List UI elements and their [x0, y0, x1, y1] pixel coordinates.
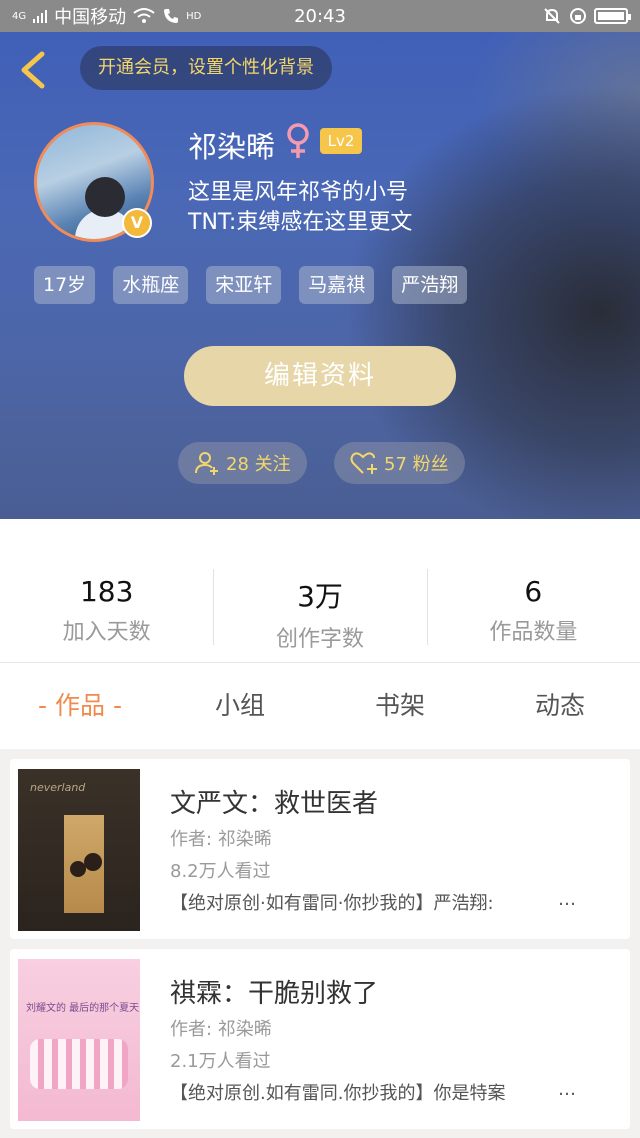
status-right — [542, 6, 631, 26]
cover-title: 刘耀文的 最后的那个夏天 — [26, 1003, 140, 1014]
work-author: 作者: 祁染晞 — [170, 829, 272, 850]
tab-activity[interactable]: 动态 — [480, 663, 640, 749]
battery-icon — [594, 8, 631, 24]
rotation-lock-icon — [570, 8, 586, 24]
verified-badge: V — [122, 208, 152, 238]
ellipsis: … — [558, 1079, 576, 1100]
works-list: neverland 文严文：救世医者 作者: 祁染晞 8.2万人看过 【绝对原创… — [0, 749, 640, 1138]
level-badge: Lv2 — [320, 128, 362, 154]
stat-value: 3万 — [297, 580, 343, 613]
bio-line-2: TNT:束缚感在这里更文 — [188, 210, 413, 235]
status-bar: 4G 中国移动 HD 20:43 — [0, 0, 640, 32]
tag-age: 17岁 — [34, 266, 96, 304]
carrier-label: 中国移动 — [54, 7, 127, 28]
tag-idol-1: 宋亚轩 — [206, 266, 282, 304]
wifi-icon — [133, 8, 155, 23]
status-left: 4G 中国移动 HD — [12, 3, 201, 29]
tab-groups[interactable]: 小组 — [160, 663, 320, 749]
followers-count: 57 粉丝 — [384, 454, 449, 475]
stat-value: 6 — [524, 575, 543, 608]
tab-bookshelf[interactable]: 书架 — [320, 663, 480, 749]
bio: 这里是风年祁爷的小号 TNT:束缚感在这里更文 — [188, 178, 412, 238]
cover-illustration — [30, 1039, 128, 1089]
profile-header: 开通会员，设置个性化背景 V 祁染晞 Lv2 这里是风年祁爷的小号 TNT:束缚… — [0, 32, 640, 519]
stat-label: 创作字数 — [275, 627, 364, 652]
tag-list: 17岁 水瓶座 宋亚轩 马嘉祺 严浩翔 — [34, 266, 468, 304]
mute-bell-icon — [544, 8, 560, 24]
bio-line-1: 这里是风年祁爷的小号 — [188, 180, 409, 205]
cover-silhouette — [84, 853, 102, 871]
call-icon — [164, 9, 179, 23]
heart-plus-icon — [350, 452, 377, 474]
edit-profile-button[interactable]: 编辑资料 — [184, 346, 456, 406]
stat-days-joined: 183 加入天数 — [0, 519, 213, 663]
stat-label: 作品数量 — [489, 620, 578, 645]
stat-works-count: 6 作品数量 — [426, 519, 640, 663]
work-description: 【绝对原创·如有雷同·你抄我的】严浩翔: — [170, 893, 494, 914]
ellipsis: … — [558, 889, 576, 910]
following-button[interactable]: 28 关注 — [178, 442, 307, 484]
tab-works[interactable]: - 作品 - — [0, 663, 160, 749]
female-icon — [287, 123, 309, 158]
back-arrow-icon[interactable] — [16, 50, 52, 90]
stat-label: 加入天数 — [62, 620, 151, 645]
stat-word-count: 3万 创作字数 — [213, 519, 426, 663]
work-views: 2.1万人看过 — [170, 1051, 271, 1072]
stat-value: 183 — [79, 575, 134, 608]
username: 祁染晞 — [188, 130, 276, 164]
cover-title: neverland — [30, 781, 86, 794]
network-label: 4G — [12, 10, 27, 22]
work-views: 8.2万人看过 — [170, 861, 271, 882]
signal-icon — [33, 10, 48, 23]
stats-row: 183 加入天数 3万 创作字数 6 作品数量 — [0, 519, 640, 663]
vip-banner[interactable]: 开通会员，设置个性化背景 — [80, 46, 332, 90]
work-title: 祺霖：干脆别救了 — [170, 979, 379, 1009]
avatar-figure — [85, 177, 125, 217]
work-item[interactable]: neverland 文严文：救世医者 作者: 祁染晞 8.2万人看过 【绝对原创… — [10, 759, 630, 939]
followers-button[interactable]: 57 粉丝 — [334, 442, 465, 484]
work-title: 文严文：救世医者 — [170, 789, 379, 819]
work-item[interactable]: 刘耀文的 最后的那个夏天 祺霖：干脆别救了 作者: 祁染晞 2.1万人看过 【绝… — [10, 949, 630, 1129]
work-author: 作者: 祁染晞 — [170, 1019, 272, 1040]
book-cover: neverland — [18, 769, 140, 931]
tab-bar: - 作品 - 小组 书架 动态 — [0, 663, 640, 749]
work-description: 【绝对原创.如有雷同.你抄我的】你是特案 — [170, 1083, 506, 1104]
tag-idol-3: 严浩翔 — [392, 266, 468, 304]
add-user-icon — [195, 452, 218, 475]
book-cover: 刘耀文的 最后的那个夏天 — [18, 959, 140, 1121]
tag-zodiac: 水瓶座 — [113, 266, 189, 304]
following-count: 28 关注 — [226, 454, 291, 475]
tag-idol-2: 马嘉祺 — [299, 266, 375, 304]
hd-label: HD — [186, 10, 202, 22]
